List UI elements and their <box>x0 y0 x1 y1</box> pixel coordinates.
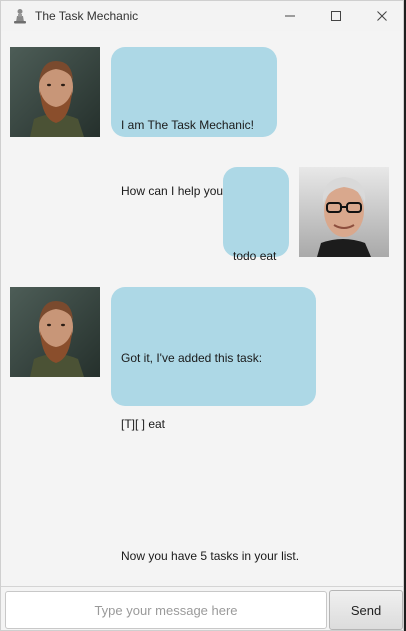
app-window: The Task Mechanic I am The Task Mechanic… <box>0 0 404 631</box>
bot-avatar <box>10 287 100 377</box>
close-icon <box>377 11 387 21</box>
bot-message-bubble: Got it, I've added this task: [T][ ] eat… <box>111 287 316 563</box>
message-line: I am The Task Mechanic! <box>121 118 254 132</box>
message-line <box>121 479 306 501</box>
app-icon <box>13 8 27 24</box>
bot-avatar <box>10 47 100 137</box>
chat-area[interactable]: I am The Task Mechanic! How can I help y… <box>1 31 403 586</box>
message-line: Now you have 5 tasks in your list. <box>121 549 300 563</box>
input-bar: Send <box>1 586 403 630</box>
send-button[interactable]: Send <box>329 590 403 630</box>
minimize-icon <box>285 15 295 17</box>
minimize-button[interactable] <box>267 1 313 31</box>
maximize-button[interactable] <box>313 1 359 31</box>
title-bar: The Task Mechanic <box>1 1 403 31</box>
message-input[interactable] <box>5 591 327 629</box>
message-line: todo eat <box>233 249 277 263</box>
bot-message-bubble: I am The Task Mechanic! How can I help y… <box>111 47 277 198</box>
user-message-bubble: todo eat <box>223 167 289 263</box>
maximize-icon <box>331 11 341 21</box>
close-button[interactable] <box>359 1 403 31</box>
message-line: Got it, I've added this task: <box>121 351 263 365</box>
user-avatar <box>299 167 389 257</box>
message-line: [T][ ] eat <box>121 417 166 431</box>
window-title: The Task Mechanic <box>35 9 139 23</box>
